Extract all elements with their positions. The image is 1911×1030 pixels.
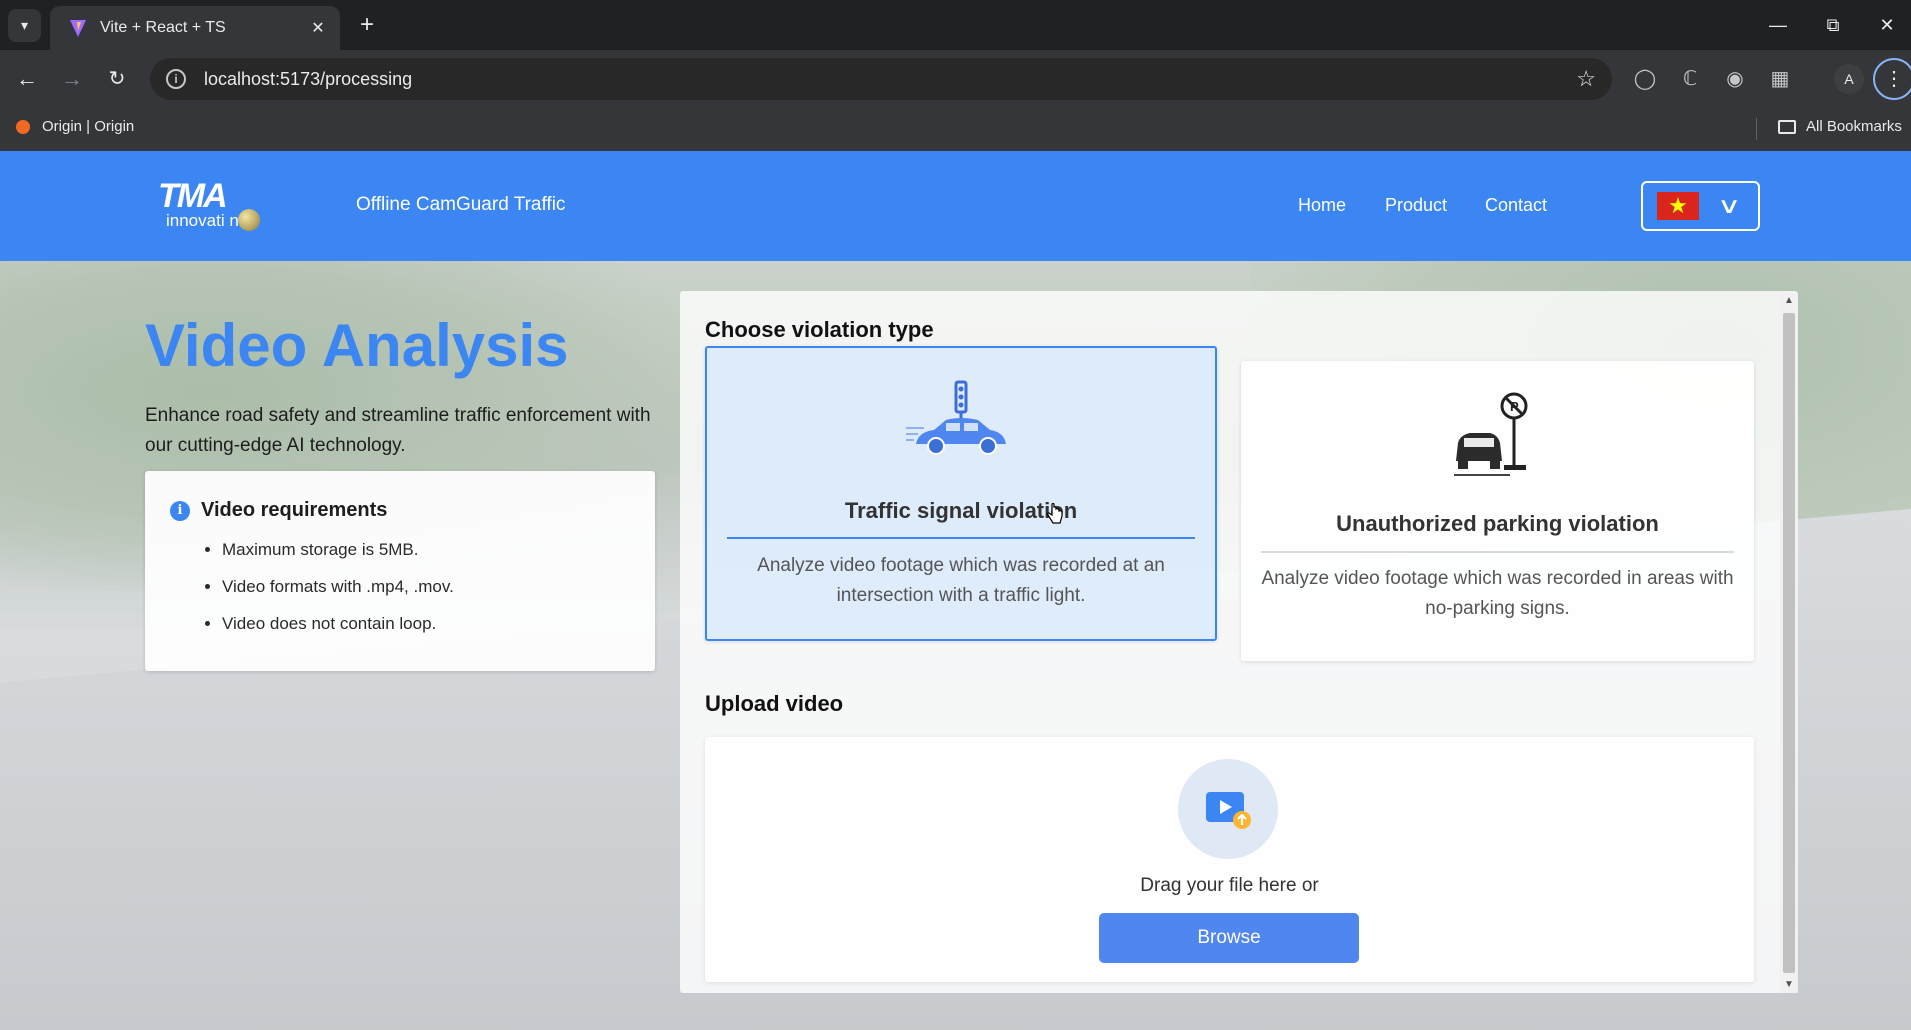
new-tab-button[interactable]: + xyxy=(352,10,382,40)
profile-avatar[interactable]: A xyxy=(1834,64,1864,94)
panel-scrollbar[interactable]: ▲ ▼ xyxy=(1780,293,1798,993)
scroll-thumb[interactable] xyxy=(1783,313,1795,973)
browser-toolbar: ← → ↻ i localhost:5173/processing ☆ xyxy=(0,50,1911,108)
bookmark-label: Origin | Origin xyxy=(42,118,135,135)
logo-text: TMA xyxy=(158,177,228,215)
card-divider xyxy=(727,537,1195,539)
requirement-item: Video does not contain loop. xyxy=(222,614,630,634)
language-select[interactable]: ★ ∨ xyxy=(1641,181,1760,231)
traffic-signal-title: Traffic signal violation xyxy=(844,498,1078,523)
bookmarks-divider xyxy=(1756,118,1757,140)
all-bookmarks-button[interactable]: All Bookmarks xyxy=(1778,118,1902,135)
reload-button[interactable]: ↻ xyxy=(100,62,134,96)
hand-cursor-icon xyxy=(1047,503,1063,524)
svg-text:P: P xyxy=(1510,399,1519,414)
extension-c-icon[interactable]: ℂ xyxy=(1675,64,1705,94)
browser-tab-bar: ▾ Vite + React + TS ✕ + — ⧉ ✕ xyxy=(0,0,1911,50)
violation-section-title: Choose violation type xyxy=(705,317,934,342)
nav-product[interactable]: Product xyxy=(1385,195,1447,216)
restore-button[interactable]: ⧉ xyxy=(1808,8,1858,42)
tab-list-button[interactable]: ▾ xyxy=(8,9,41,42)
video-requirements-card: i Video requirements Maximum storage is … xyxy=(145,471,655,671)
bookmark-origin[interactable]: Origin | Origin xyxy=(16,118,134,135)
all-bookmarks-label: All Bookmarks xyxy=(1806,118,1902,135)
page-title: Video Analysis xyxy=(145,312,569,379)
video-upload-icon xyxy=(1178,759,1278,859)
nav-contact[interactable]: Contact xyxy=(1485,195,1547,216)
requirement-item: Video formats with .mp4, .mov. xyxy=(222,577,630,597)
unauthorized-parking-title: Unauthorized parking violation xyxy=(1336,511,1659,536)
scroll-up-icon[interactable]: ▲ xyxy=(1780,293,1798,309)
chevron-down-icon: ∨ xyxy=(1716,193,1742,218)
vite-favicon-icon xyxy=(70,20,86,37)
browser-menu-button[interactable]: ⋮ xyxy=(1873,58,1911,100)
site-title: Offline CamGuard Traffic xyxy=(356,194,566,215)
no-parking-car-icon: P xyxy=(1241,391,1754,491)
tab-title: Vite + React + TS xyxy=(100,19,226,36)
folder-icon xyxy=(1778,119,1796,134)
tma-logo[interactable]: TMA innovati n xyxy=(158,177,288,237)
traffic-signal-card[interactable]: Traffic signal violation Analyze video f… xyxy=(705,346,1217,641)
card-divider xyxy=(1261,551,1734,553)
url-text[interactable]: localhost:5173/processing xyxy=(204,69,1576,90)
unauthorized-parking-card[interactable]: P Unauthorized parking violation Analyze… xyxy=(1241,361,1754,661)
requirements-title: Video requirements xyxy=(201,499,388,521)
nav-home[interactable]: Home xyxy=(1298,195,1346,216)
unauthorized-parking-description: Analyze video footage which was recorded… xyxy=(1261,568,1734,619)
back-button[interactable]: ← xyxy=(10,62,44,96)
close-window-button[interactable]: ✕ xyxy=(1862,8,1911,42)
origin-favicon-icon xyxy=(16,119,30,134)
scroll-down-icon[interactable]: ▼ xyxy=(1780,977,1798,993)
browser-tab[interactable]: Vite + React + TS ✕ xyxy=(50,6,340,50)
tab-close-icon[interactable]: ✕ xyxy=(308,18,328,38)
requirement-item: Maximum storage is 5MB. xyxy=(222,540,630,560)
bookmarks-bar: Origin | Origin All Bookmarks xyxy=(0,108,1911,151)
drag-file-text: Drag your file here or xyxy=(1140,875,1319,896)
browse-button[interactable]: Browse xyxy=(1099,913,1359,963)
traffic-light-car-icon xyxy=(707,376,1215,476)
bookmark-star-icon[interactable]: ☆ xyxy=(1576,66,1596,92)
requirements-list: Maximum storage is 5MB. Video formats wi… xyxy=(170,540,630,634)
web-page: TMA innovati n Offline CamGuard Traffic … xyxy=(0,151,1911,1030)
upload-section-title: Upload video xyxy=(705,691,844,716)
site-info-icon[interactable]: i xyxy=(166,69,186,89)
globe-icon xyxy=(238,209,260,231)
screenshot-camera-icon[interactable]: ◉ xyxy=(1720,64,1750,94)
requirements-header: i Video requirements xyxy=(170,499,630,522)
vietnam-flag-icon: ★ xyxy=(1657,192,1699,220)
site-header: TMA innovati n Offline CamGuard Traffic … xyxy=(0,151,1911,261)
minimize-button[interactable]: — xyxy=(1753,8,1803,42)
address-bar[interactable]: i localhost:5173/processing ☆ xyxy=(150,58,1612,100)
page-subtitle: Enhance road safety and streamline traff… xyxy=(145,405,651,456)
traffic-signal-description: Analyze video footage which was recorded… xyxy=(757,555,1165,606)
logo-subtext: innovati n xyxy=(166,211,239,230)
info-icon: i xyxy=(170,500,190,521)
upload-dropzone[interactable]: Drag your file here or Browse xyxy=(705,737,1754,982)
extensions-puzzle-icon[interactable]: ▦ xyxy=(1765,64,1795,94)
extension-compass-icon[interactable]: ◯ xyxy=(1630,64,1660,94)
forward-button[interactable]: → xyxy=(55,62,89,96)
